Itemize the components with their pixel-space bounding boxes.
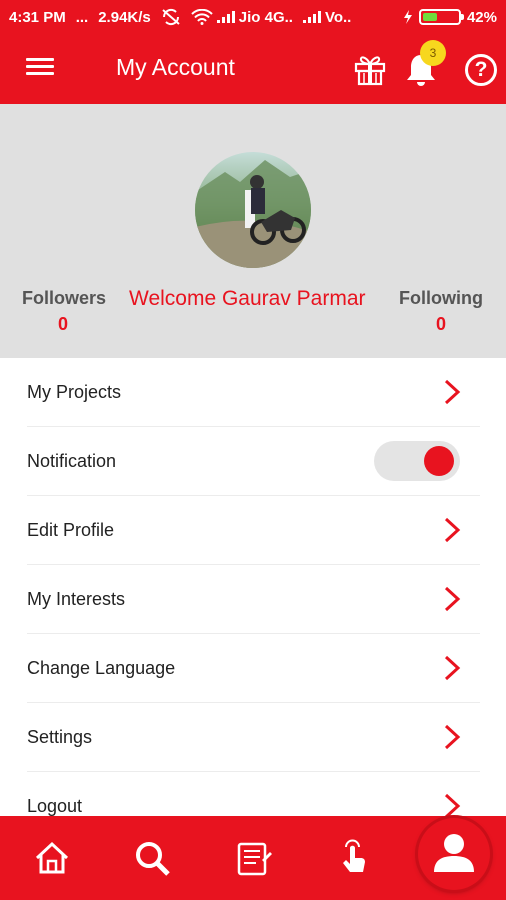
account-menu-list: My Projects Notification Edit Profile My… (0, 358, 506, 841)
notification-toggle[interactable] (374, 441, 460, 481)
bottom-navigation (0, 816, 506, 900)
menu-item-label: My Projects (27, 382, 122, 402)
help-icon[interactable]: ? (465, 54, 497, 86)
signal-icon (216, 11, 235, 23)
menu-item-edit-profile[interactable]: Edit Profile (0, 496, 480, 565)
search-icon[interactable] (132, 838, 172, 878)
chevron-right-icon (444, 379, 461, 405)
hamburger-menu-icon[interactable] (24, 54, 56, 84)
profile-nav-button[interactable] (418, 818, 490, 890)
profile-header: Followers 0 Welcome Gaurav Parmar Follow… (0, 104, 506, 358)
toggle-knob (424, 446, 454, 476)
help-label: ? (474, 58, 488, 81)
menu-item-my-interests[interactable]: My Interests (0, 565, 480, 634)
status-time: 4:31 PM (9, 8, 66, 26)
status-bar: 4:31 PM ... 2.94K/s Jio 4G.. Vo.. 42% (0, 0, 506, 34)
battery-icon (418, 9, 464, 25)
network-speed: 2.94K/s (98, 8, 151, 26)
notification-count-badge: 3 (420, 40, 446, 66)
gift-icon[interactable] (352, 52, 388, 86)
menu-item-settings[interactable]: Settings (0, 703, 480, 772)
followers-count[interactable]: 0 (58, 314, 68, 335)
menu-item-label: Edit Profile (27, 520, 115, 540)
chevron-right-icon (444, 586, 461, 612)
wifi-icon (191, 9, 213, 25)
welcome-message: Welcome Gaurav Parmar (129, 287, 366, 310)
app-bar: My Account 3 ? (0, 34, 506, 104)
menu-item-label: Logout (27, 796, 83, 816)
following-count[interactable]: 0 (436, 314, 446, 335)
menu-item-label: Change Language (27, 658, 176, 678)
menu-item-change-language[interactable]: Change Language (0, 634, 480, 703)
profile-photo (195, 160, 311, 268)
carrier-1: Jio 4G.. (238, 8, 293, 26)
news-icon[interactable] (234, 838, 274, 878)
following-label: Following (399, 288, 483, 308)
battery-percent: 42% (466, 8, 497, 26)
chevron-right-icon (444, 724, 461, 750)
menu-item-label: Notification (27, 451, 117, 471)
carrier-2: Vo.. (324, 8, 352, 26)
sync-off-icon (162, 8, 180, 26)
home-icon[interactable] (32, 838, 72, 878)
status-dots: ... (75, 8, 89, 26)
menu-item-label: My Interests (27, 589, 126, 609)
signal-icon (302, 11, 321, 23)
avatar[interactable] (195, 152, 311, 268)
chevron-right-icon (444, 655, 461, 681)
charging-icon (403, 10, 412, 24)
menu-item-my-projects[interactable]: My Projects (0, 358, 480, 427)
page-title: My Account (116, 54, 235, 80)
profile-icon (434, 834, 474, 872)
chevron-right-icon (444, 517, 461, 543)
tap-icon[interactable] (334, 838, 374, 878)
menu-item-label: Settings (27, 727, 93, 747)
menu-item-notification: Notification (0, 427, 480, 496)
followers-label: Followers (22, 288, 107, 308)
